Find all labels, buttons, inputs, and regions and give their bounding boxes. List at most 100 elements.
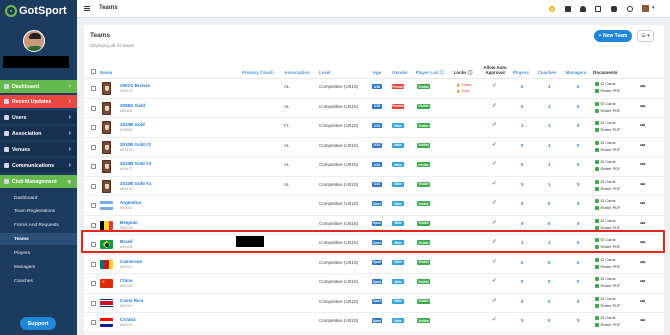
sidebar-subitem-teams[interactable]: Teams	[0, 233, 77, 245]
row-checkbox[interactable]	[91, 183, 96, 189]
new-team-button[interactable]: + New Team	[594, 30, 632, 42]
sidebar-subitem-coaches[interactable]: Coaches	[0, 275, 77, 287]
row-actions-menu-icon[interactable]: •••	[640, 279, 645, 285]
managers-count-link[interactable]: 0	[577, 84, 580, 89]
managers-count-link[interactable]: 0	[577, 221, 580, 226]
row-checkbox[interactable]	[91, 144, 96, 150]
id-cards-link[interactable]: ID Cards	[595, 277, 615, 281]
players-count-link[interactable]: 1	[521, 123, 524, 128]
team-name-link[interactable]: 2010B Gold #2	[120, 142, 151, 147]
sidebar-subitem-players[interactable]: Players	[0, 247, 77, 259]
sidebar-subitem-team-registrations[interactable]: Team Registrations	[0, 205, 77, 217]
team-name-link[interactable]: 2010B Gold #4	[120, 181, 151, 186]
managers-count-link[interactable]: 0	[577, 143, 580, 148]
column-managers[interactable]: Managers	[563, 70, 589, 75]
id-cards-link[interactable]: ID Cards	[595, 218, 615, 223]
column-gender[interactable]: Gender	[390, 70, 410, 75]
roster-pdf-link[interactable]: Roster PDF	[595, 128, 620, 132]
select-all-checkbox[interactable]	[91, 69, 96, 74]
roster-pdf-link[interactable]: Roster PDF	[595, 323, 620, 327]
player-list-visible-badge[interactable]: Visible	[417, 103, 430, 109]
team-name-link[interactable]: 2010B Gold #3	[120, 161, 151, 166]
player-list-visible-badge[interactable]: Visible	[417, 84, 430, 89]
player-list-visible-badge[interactable]: Visible	[417, 181, 430, 187]
coaches-count-link[interactable]: 0	[548, 318, 551, 323]
sidebar-item-club-management[interactable]: Club Management ▾	[0, 175, 77, 188]
mail-icon[interactable]	[595, 6, 601, 12]
row-actions-menu-icon[interactable]: •••	[640, 182, 645, 188]
row-checkbox[interactable]	[91, 222, 96, 228]
clipboard-icon[interactable]	[565, 6, 571, 12]
row-checkbox[interactable]	[91, 281, 96, 286]
support-button[interactable]: Support	[20, 317, 56, 330]
gotsport-logo[interactable]: GotSport	[5, 4, 67, 18]
view-options-button[interactable]: ☰ ▾	[637, 30, 654, 42]
row-checkbox[interactable]	[91, 105, 96, 111]
roster-pdf-link[interactable]: Roster PDF	[595, 206, 620, 210]
coaches-count-link[interactable]: 1	[548, 162, 551, 167]
column-coaches[interactable]: Coaches	[536, 70, 558, 75]
coaches-count-link[interactable]: 1	[548, 182, 551, 187]
user-icon[interactable]	[580, 6, 586, 12]
chevron-down-icon[interactable]: ▾	[652, 5, 658, 11]
team-name-link[interactable]: Costa Rica	[120, 298, 143, 303]
chat-icon[interactable]	[611, 6, 617, 12]
sidebar-item-communications[interactable]: Communications ›	[0, 159, 77, 172]
sidebar-item-venues[interactable]: Venues ›	[0, 143, 77, 156]
team-name-link[interactable]: Cameroon	[120, 259, 142, 264]
help-icon[interactable]: ?	[549, 6, 555, 12]
id-cards-link[interactable]: ID Cards	[595, 316, 615, 320]
player-list-visible-badge[interactable]: Visible	[417, 318, 430, 323]
row-checkbox[interactable]	[91, 300, 96, 306]
column-level[interactable]: Level	[319, 70, 339, 75]
team-name-link[interactable]: 2010B Gold	[120, 122, 145, 127]
coaches-count-link[interactable]: 0	[548, 279, 551, 284]
coaches-count-link[interactable]: 1	[548, 123, 551, 128]
profile-picture-icon[interactable]	[642, 5, 649, 12]
row-actions-menu-icon[interactable]: •••	[640, 162, 645, 168]
sidebar-subitem-forms-and-requests[interactable]: Forms And Requests	[0, 219, 77, 231]
row-checkbox[interactable]	[91, 203, 96, 208]
players-count-link[interactable]: 0	[521, 143, 524, 148]
players-count-link[interactable]: 0	[521, 84, 524, 89]
coaches-count-link[interactable]: 0	[548, 221, 551, 226]
menu-icon[interactable]	[84, 6, 90, 11]
sidebar-subitem-dashboard[interactable]: Dashboard	[0, 192, 77, 204]
coaches-count-link[interactable]: 0	[548, 260, 551, 265]
id-cards-link[interactable]: ID Cards	[595, 179, 615, 184]
roster-pdf-link[interactable]: Roster PDF	[595, 284, 620, 288]
player-list-visible-badge[interactable]: Visible	[417, 298, 430, 304]
player-list-visible-badge[interactable]: Visible	[417, 201, 430, 206]
row-actions-menu-icon[interactable]: •••	[640, 123, 645, 129]
row-checkbox[interactable]	[91, 86, 96, 91]
row-actions-menu-icon[interactable]: •••	[640, 104, 645, 110]
sidebar-item-dashboard[interactable]: Dashboard ›	[0, 80, 77, 93]
coaches-count-link[interactable]: 1	[548, 104, 551, 109]
roster-pdf-link[interactable]: Roster PDF	[595, 303, 620, 308]
row-checkbox[interactable]	[91, 164, 96, 169]
managers-count-link[interactable]: 0	[577, 182, 580, 187]
row-actions-menu-icon[interactable]: •••	[640, 260, 645, 266]
row-checkbox[interactable]	[91, 125, 96, 130]
id-cards-link[interactable]: ID Cards	[595, 160, 615, 164]
managers-count-link[interactable]: 0	[577, 299, 580, 304]
row-actions-menu-icon[interactable]: •••	[640, 221, 645, 227]
player-list-visible-badge[interactable]: Visible	[417, 220, 430, 226]
column-association[interactable]: Association	[282, 70, 312, 75]
player-list-visible-badge[interactable]: Visible	[417, 123, 430, 128]
players-count-link[interactable]: 0	[521, 182, 524, 187]
row-actions-menu-icon[interactable]: •••	[640, 84, 645, 90]
players-count-link[interactable]: 0	[521, 260, 524, 265]
id-cards-link[interactable]: ID Cards	[595, 296, 615, 301]
roster-pdf-link[interactable]: Roster PDF	[595, 89, 620, 93]
managers-count-link[interactable]: 0	[577, 318, 580, 323]
row-actions-menu-icon[interactable]: •••	[640, 299, 645, 305]
team-name-link[interactable]: Croatia	[120, 317, 136, 322]
roster-pdf-link[interactable]: Roster PDF	[595, 108, 620, 113]
row-checkbox[interactable]	[91, 261, 96, 267]
managers-count-link[interactable]: 0	[577, 162, 580, 167]
gear-icon[interactable]	[627, 6, 633, 12]
players-count-link[interactable]: 0	[521, 201, 524, 206]
id-cards-link[interactable]: ID Cards	[595, 199, 615, 203]
player-list-visible-badge[interactable]: Visible	[417, 279, 430, 284]
